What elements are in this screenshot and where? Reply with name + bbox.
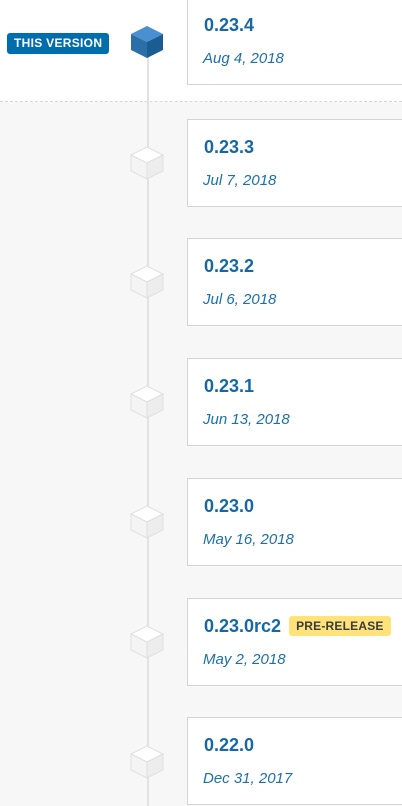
version-cube-icon (129, 265, 165, 299)
pre-release-badge: PRE-RELEASE (289, 616, 391, 636)
version-cube-icon (129, 146, 165, 180)
version-cube-icon (129, 505, 165, 539)
version-number-link[interactable]: 0.23.4 (204, 15, 254, 36)
version-number-line: 0.23.0rc2 PRE-RELEASE (204, 616, 391, 637)
version-card[interactable]: 0.22.0 Dec 31, 2017 (187, 717, 402, 805)
version-card-current[interactable]: 0.23.4 Aug 4, 2018 (187, 0, 402, 85)
current-version-cube-icon (131, 26, 163, 58)
release-date: Dec 31, 2017 (203, 770, 293, 787)
this-version-badge: THIS VERSION (7, 33, 110, 54)
release-date: May 2, 2018 (203, 651, 286, 668)
version-number-link[interactable]: 0.22.0 (204, 735, 254, 756)
version-number-link[interactable]: 0.23.1 (204, 376, 254, 397)
version-number-link[interactable]: 0.23.3 (204, 137, 254, 158)
release-date: Jul 6, 2018 (203, 291, 277, 308)
version-card[interactable]: 0.23.1 Jun 13, 2018 (187, 358, 402, 446)
version-card[interactable]: 0.23.2 Jul 6, 2018 (187, 238, 402, 326)
version-card[interactable]: 0.23.0 May 16, 2018 (187, 478, 402, 566)
version-number-link[interactable]: 0.23.2 (204, 256, 254, 277)
release-date: Jul 7, 2018 (203, 172, 277, 189)
version-number-link[interactable]: 0.23.0 (204, 496, 254, 517)
version-cube-icon (129, 745, 165, 779)
version-card[interactable]: 0.23.0rc2 PRE-RELEASE May 2, 2018 (187, 598, 402, 686)
version-cube-icon (129, 625, 165, 659)
version-number-link[interactable]: 0.23.0rc2 (204, 616, 281, 636)
version-cube-icon (129, 385, 165, 419)
release-date: Aug 4, 2018 (203, 50, 284, 67)
release-date: May 16, 2018 (203, 531, 294, 548)
version-card[interactable]: 0.23.3 Jul 7, 2018 (187, 119, 402, 207)
release-date: Jun 13, 2018 (203, 411, 290, 428)
